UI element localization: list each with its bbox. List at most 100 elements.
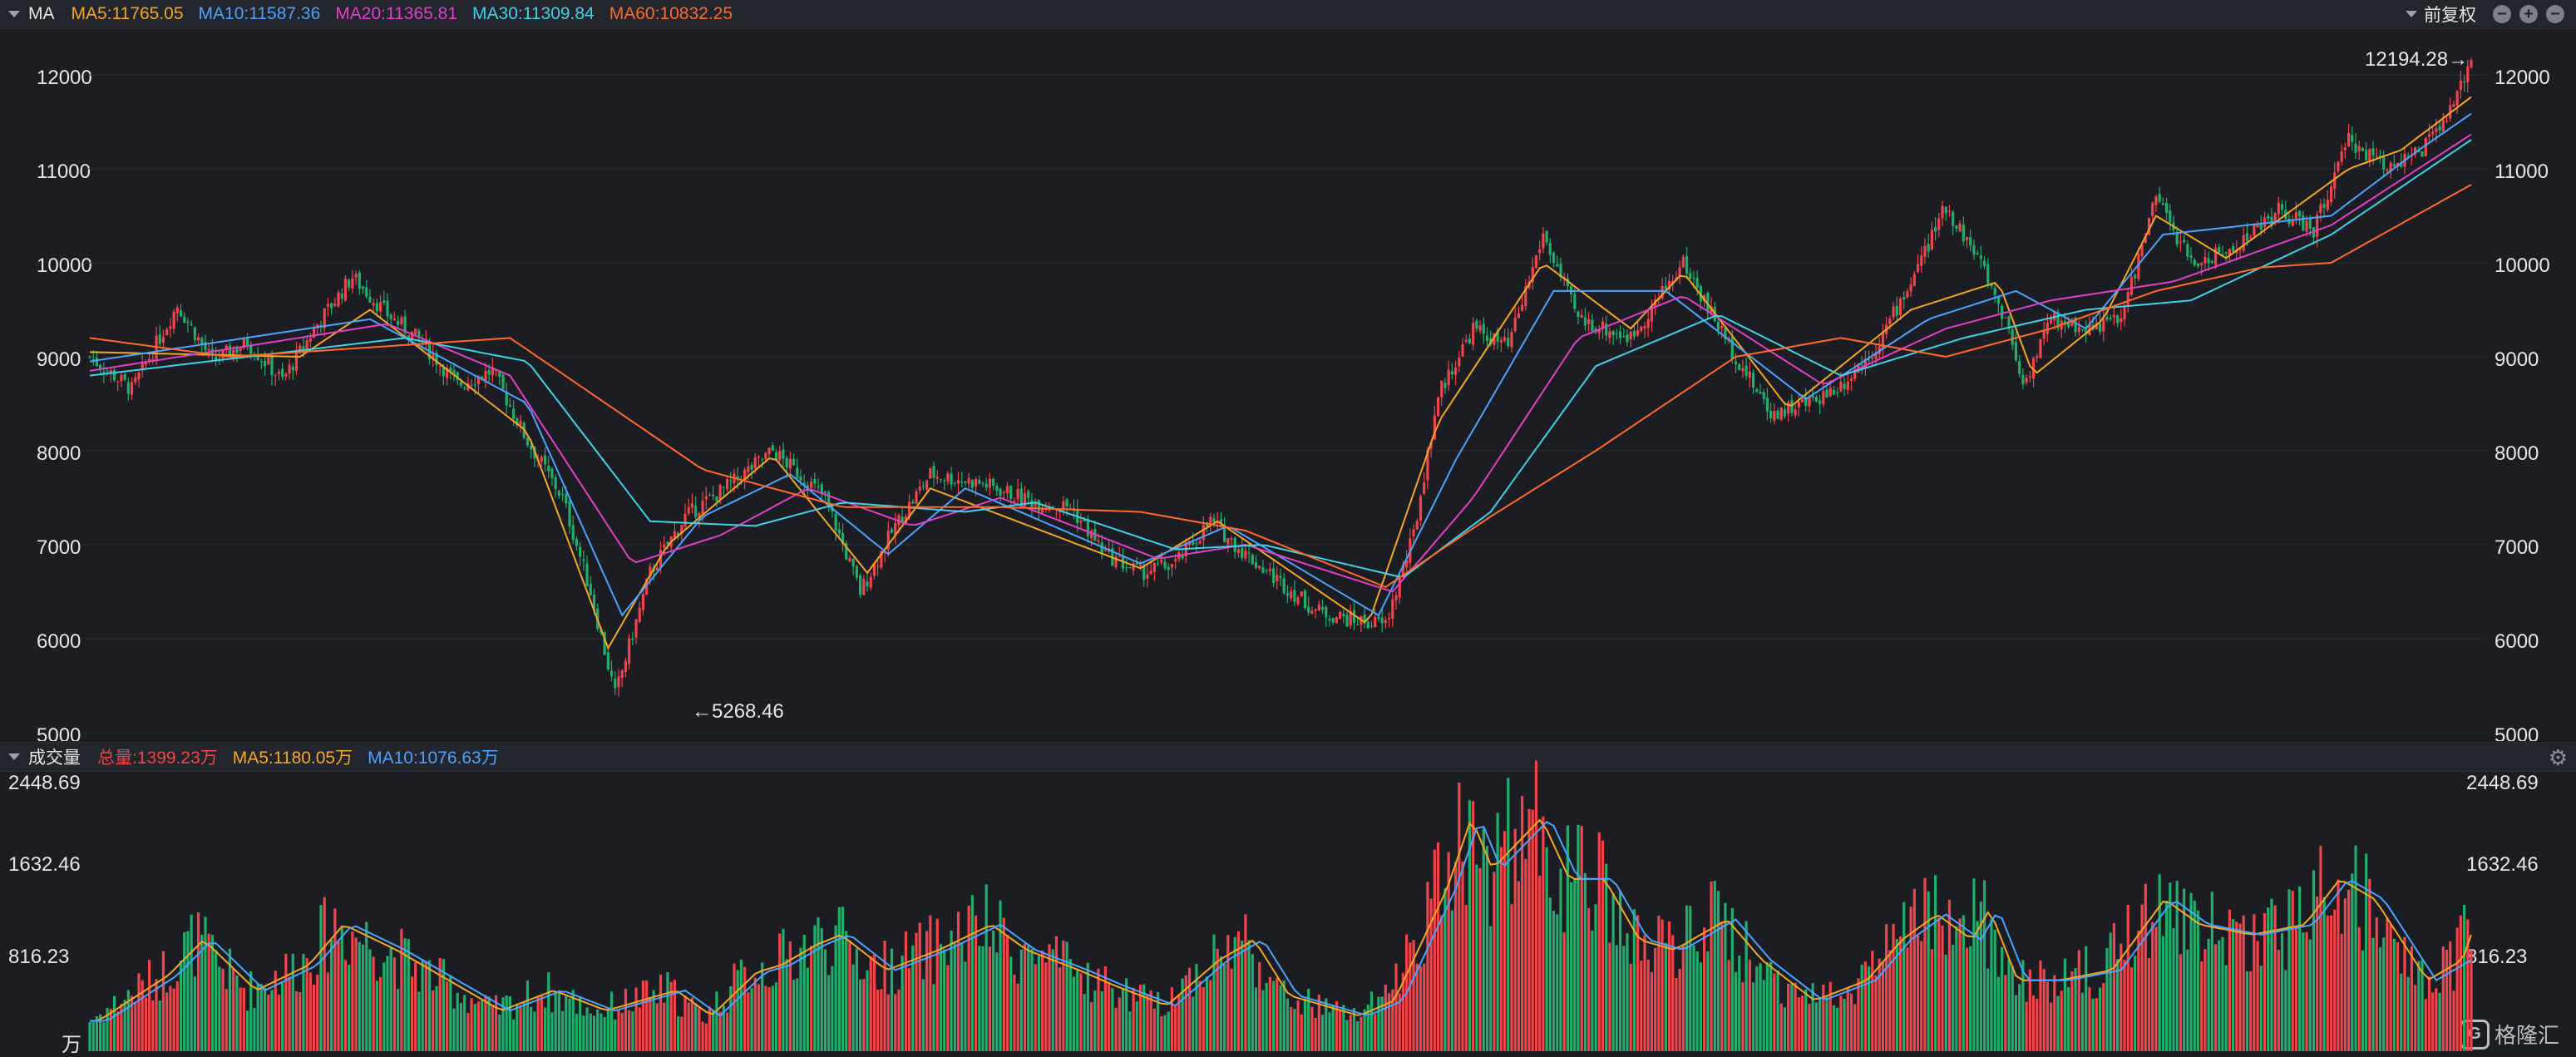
minimize-icon[interactable]: − xyxy=(2546,5,2564,23)
candle-body xyxy=(932,466,935,478)
volume-bar xyxy=(939,944,943,1051)
volume-bar xyxy=(596,1009,600,1051)
volume-bar xyxy=(620,1012,624,1051)
volume-collapse-chevron-icon[interactable] xyxy=(8,753,20,760)
gear-icon[interactable]: ⚙ xyxy=(2549,745,2568,771)
candle-body xyxy=(2263,217,2267,227)
zoom-in-icon[interactable]: + xyxy=(2519,5,2538,23)
candle-body xyxy=(2368,149,2371,161)
volume-bar xyxy=(2435,988,2438,1051)
candle-body xyxy=(1934,226,1937,232)
price-tick-right: 5000 xyxy=(2495,724,2539,741)
candle-body xyxy=(484,371,487,382)
price-tick-right: 7000 xyxy=(2495,536,2539,559)
adjust-dropdown[interactable]: 前复权 xyxy=(2406,2,2476,27)
candle-body xyxy=(1762,392,1765,399)
volume-bar xyxy=(1920,941,1923,1051)
candle-body xyxy=(995,485,999,491)
volume-bar xyxy=(1265,982,1268,1051)
candle-body xyxy=(2259,224,2263,230)
volume-bar xyxy=(259,984,263,1051)
candle-body xyxy=(1423,482,1426,494)
volume-bar xyxy=(466,1013,470,1051)
candle-body xyxy=(1713,307,1716,322)
zoom-out-icon[interactable]: − xyxy=(2493,5,2511,23)
volume-bar xyxy=(148,960,151,1051)
candle-body xyxy=(918,487,921,491)
candle-body xyxy=(2316,215,2319,237)
volume-bar xyxy=(956,911,960,1051)
candle-body xyxy=(1156,563,1160,565)
candle-body xyxy=(985,483,988,488)
volume-bar xyxy=(386,956,389,1051)
indicator-name[interactable]: MA xyxy=(28,4,55,24)
volume-bar xyxy=(2144,883,2147,1051)
ma30-line xyxy=(89,139,2472,578)
candle-body xyxy=(207,349,210,351)
candle-body xyxy=(407,334,410,338)
candle-body xyxy=(2386,170,2389,171)
volume-bar xyxy=(817,916,820,1051)
candle-body xyxy=(747,467,750,472)
volume-bar xyxy=(1068,958,1072,1051)
volume-bar xyxy=(1836,1007,1839,1051)
candle-body xyxy=(1062,501,1065,510)
volume-bar xyxy=(1692,945,1695,1051)
volume-bar xyxy=(2074,967,2077,1051)
candle-body xyxy=(365,287,368,297)
candle-body xyxy=(939,479,943,481)
candle-body xyxy=(1927,244,1930,252)
candle-body xyxy=(2228,249,2231,257)
volume-bar xyxy=(2316,896,2319,1051)
candle-body xyxy=(1499,340,1503,343)
candle-body xyxy=(2449,105,2452,119)
candle-body xyxy=(1976,253,1979,254)
candle-body xyxy=(1534,254,1538,268)
volume-bar xyxy=(2389,923,2392,1051)
candle-body xyxy=(253,354,256,358)
volume-bar xyxy=(666,972,669,1051)
candle-body xyxy=(2112,314,2115,318)
volume-bar xyxy=(1804,989,1808,1051)
candle-body xyxy=(907,501,911,517)
candle-body xyxy=(988,478,992,488)
volume-bar xyxy=(340,925,343,1051)
volume-bar xyxy=(1037,956,1040,1051)
candle-body xyxy=(1089,531,1093,539)
volume-bar xyxy=(2224,965,2228,1051)
candle-body xyxy=(992,478,995,487)
volume-bar xyxy=(186,931,190,1051)
candle-body xyxy=(2049,317,2053,324)
candle-body xyxy=(1034,502,1037,506)
volume-bar xyxy=(533,1011,536,1051)
volume-bar xyxy=(932,984,935,1051)
candle-body xyxy=(1825,389,1828,398)
volume-bar xyxy=(438,957,442,1051)
collapse-chevron-icon[interactable] xyxy=(8,11,20,17)
candle-body xyxy=(655,567,659,570)
volume-title[interactable]: 成交量 xyxy=(28,744,81,769)
kline-chart[interactable] xyxy=(0,0,2576,1055)
price-tick-right: 6000 xyxy=(2495,630,2539,653)
volume-bar xyxy=(592,1015,596,1051)
volume-bar xyxy=(2213,944,2218,1051)
candle-body xyxy=(2273,213,2277,224)
candle-body xyxy=(1328,619,1331,621)
candle-body xyxy=(1615,333,1618,335)
candle-body xyxy=(1944,206,1947,214)
candle-body xyxy=(1374,617,1377,628)
candle-body xyxy=(1331,617,1335,623)
candle-body xyxy=(1489,338,1493,345)
candle-body xyxy=(1152,563,1156,572)
volume-bar xyxy=(302,953,305,1051)
candle-body xyxy=(1759,392,1762,394)
candle-body xyxy=(631,638,634,640)
volume-bar xyxy=(2175,881,2179,1051)
candle-body xyxy=(2207,258,2210,264)
volume-bar xyxy=(1857,978,1860,1051)
candle-body xyxy=(2459,80,2462,91)
volume-tick-right: 2448.69 xyxy=(2466,772,2539,794)
candle-body xyxy=(649,566,652,577)
candle-body xyxy=(1458,358,1461,367)
volume-bar xyxy=(1930,949,1933,1051)
